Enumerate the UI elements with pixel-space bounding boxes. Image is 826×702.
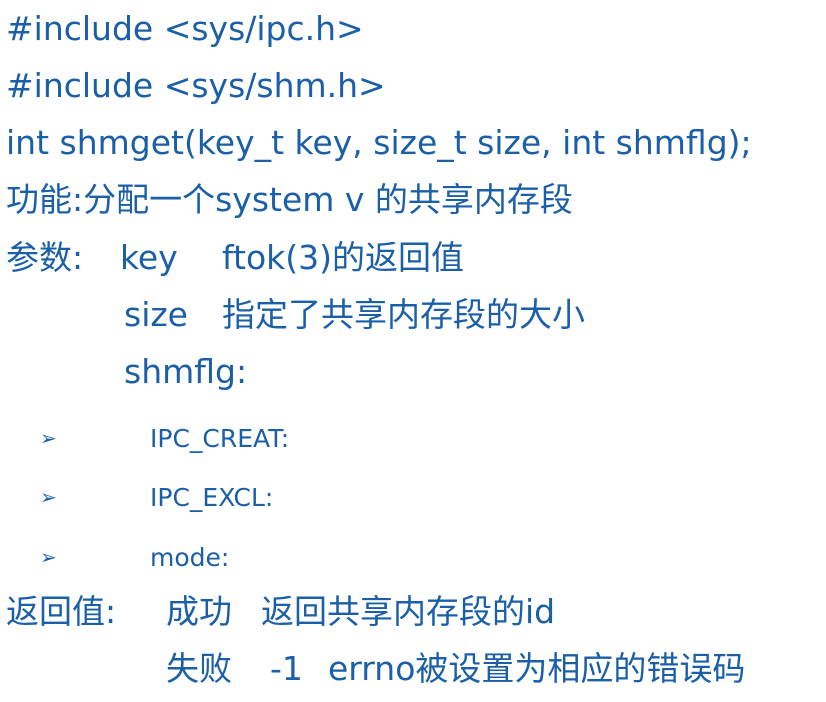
param-size-desc: 指定了共享内存段的大小 xyxy=(222,295,585,334)
success-desc: 返回共享内存段的id xyxy=(261,592,556,631)
slide: #include <sys/ipc.h> #include <sys/shm.h… xyxy=(0,0,826,702)
flag-item: IPC_EXCL: xyxy=(150,483,274,512)
param-size-name: size xyxy=(124,295,188,334)
arrow-bullet-icon: ➢ xyxy=(40,426,57,450)
flag-item: IPC_CREAT: xyxy=(150,424,290,453)
failure-label: 失败 xyxy=(166,649,232,688)
function-description-line: 功能:分配一个system v 的共享内存段 xyxy=(6,180,573,219)
params-label: 参数: xyxy=(6,238,84,277)
param-shmflg-name: shmflg: xyxy=(124,352,248,391)
arrow-bullet-icon: ➢ xyxy=(40,485,57,509)
success-label: 成功 xyxy=(166,592,232,631)
failure-code: -1 xyxy=(270,649,303,688)
failure-desc: errno被设置为相应的错误码 xyxy=(328,649,746,688)
param-key-desc: ftok(3)的返回值 xyxy=(222,238,465,277)
include-ipc-line: #include <sys/ipc.h> xyxy=(6,9,364,48)
flag-item: mode: xyxy=(150,543,230,572)
param-key-name: key xyxy=(120,238,178,277)
include-shm-line: #include <sys/shm.h> xyxy=(6,66,386,105)
arrow-bullet-icon: ➢ xyxy=(40,545,57,569)
return-label: 返回值: xyxy=(6,592,117,631)
function-prototype-line: int shmget(key_t key, size_t size, int s… xyxy=(6,123,752,162)
